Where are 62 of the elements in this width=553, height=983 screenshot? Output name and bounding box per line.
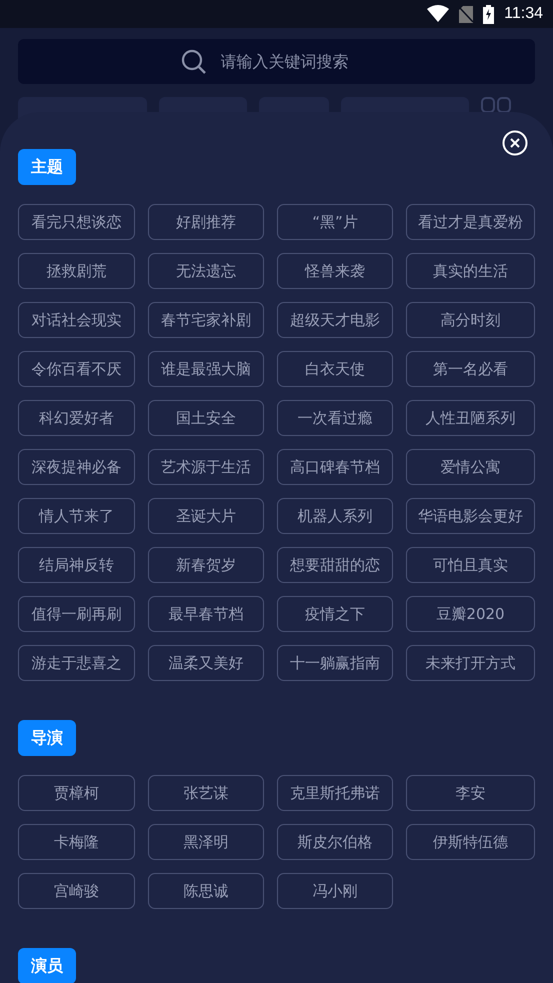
section-label: 演员 [18,948,76,983]
tag-button[interactable]: 拯救剧荒 [18,253,135,289]
tag-button[interactable]: 伊斯特伍德 [406,824,535,860]
tag-button[interactable]: 情人节来了 [18,498,135,534]
tag-button[interactable]: “黑”片 [277,204,393,240]
tag-button[interactable]: 疫情之下 [277,596,393,632]
tag-button[interactable]: 高分时刻 [406,302,535,338]
tag-button[interactable]: 卡梅隆 [18,824,135,860]
tag-button[interactable]: 张艺谋 [148,775,264,811]
tag-button[interactable]: 第一名必看 [406,351,535,387]
tag-button[interactable]: 新春贺岁 [148,547,264,583]
tag-button[interactable]: 豆瓣2020 [406,596,535,632]
tag-button[interactable]: 科幻爱好者 [18,400,135,436]
tag-button[interactable]: 国土安全 [148,400,264,436]
tag-button[interactable]: 爱情公寓 [406,449,535,485]
tag-button[interactable]: 斯皮尔伯格 [277,824,393,860]
tag-button[interactable]: 超级天才电影 [277,302,393,338]
section-label: 导演 [18,720,76,756]
tag-button[interactable]: 无法遗忘 [148,253,264,289]
close-icon[interactable] [502,130,528,156]
tag-button[interactable]: 一次看过瘾 [277,400,393,436]
search-icon [180,48,206,74]
tag-button[interactable]: 春节宅家补剧 [148,302,264,338]
tag-button[interactable]: 最早春节档 [148,596,264,632]
search-input[interactable]: 请输入关键词搜索 [218,51,372,72]
tag-button[interactable]: 艺术源于生活 [148,449,264,485]
tag-button[interactable]: 未来打开方式 [406,645,535,681]
tag-button[interactable]: 值得一刷再刷 [18,596,135,632]
tag-button[interactable]: 对话社会现实 [18,302,135,338]
tag-button[interactable]: 华语电影会更好 [406,498,535,534]
tag-button[interactable]: 宫崎骏 [18,873,135,909]
tag-button[interactable]: 温柔又美好 [148,645,264,681]
tag-button[interactable]: 人性丑陋系列 [406,400,535,436]
tag-button[interactable]: 想要甜甜的恋 [277,547,393,583]
tag-button[interactable]: 结局神反转 [18,547,135,583]
section-label: 主题 [18,149,76,185]
tag-button[interactable]: 看过才是真爱粉 [406,204,535,240]
tag-button[interactable]: 可怕且真实 [406,547,535,583]
tag-button[interactable]: 怪兽来袭 [277,253,393,289]
tag-button[interactable]: 看完只想谈恋 [18,204,135,240]
tag-button[interactable]: 游走于悲喜之 [18,645,135,681]
tag-button[interactable]: 克里斯托弗诺 [277,775,393,811]
tag-button[interactable]: 贾樟柯 [18,775,135,811]
wifi-icon [427,5,450,23]
tag-button[interactable]: 令你百看不厌 [18,351,135,387]
tag-button[interactable]: 高口碑春节档 [277,449,393,485]
no-sim-icon [459,6,474,22]
tag-button[interactable]: 好剧推荐 [148,204,264,240]
tag-button[interactable]: 十一躺赢指南 [277,645,393,681]
tag-button[interactable]: 机器人系列 [277,498,393,534]
tag-button[interactable]: 李安 [406,775,535,811]
tag-button[interactable]: 陈思诚 [148,873,264,909]
tag-button[interactable]: 谁是最强大脑 [148,351,264,387]
grid-icon [481,97,511,112]
status-time: 11:34 [504,5,543,23]
tag-button[interactable]: 冯小刚 [277,873,393,909]
tag-button[interactable]: 深夜提神必备 [18,449,135,485]
tag-button[interactable]: 黑泽明 [148,824,264,860]
battery-charging-icon [483,4,494,24]
tag-button[interactable]: 真实的生活 [406,253,535,289]
tag-button[interactable]: 白衣天使 [277,351,393,387]
tag-button[interactable]: 圣诞大片 [148,498,264,534]
